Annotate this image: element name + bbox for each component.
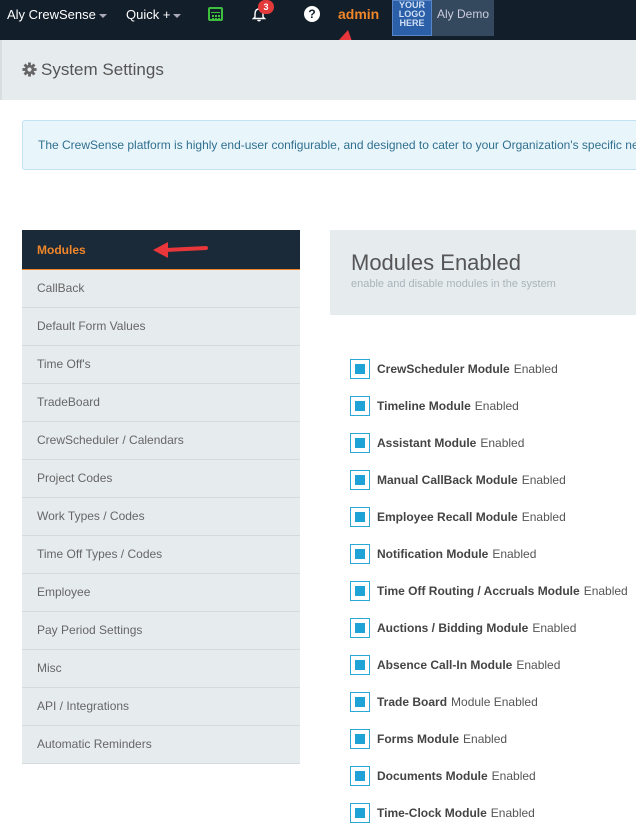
- panel-title: Modules Enabled: [351, 250, 522, 275]
- module-row-time-off-routing: Time Off Routing / Accruals Module Enabl…: [350, 572, 636, 609]
- page-title: System Settings: [22, 60, 164, 80]
- quick-label: Quick +: [126, 7, 171, 22]
- module-row-employee-recall: Employee Recall Module Enabled: [350, 498, 636, 535]
- sidebar-item-project-codes[interactable]: Project Codes: [22, 460, 300, 498]
- module-row-trade-board: Trade Board Module Enabled: [350, 683, 636, 720]
- sidebar-item-time-offs[interactable]: Time Off's: [22, 346, 300, 384]
- sidebar-item-misc[interactable]: Misc: [22, 650, 300, 688]
- module-state: Enabled: [474, 398, 519, 413]
- sidebar-item-work-types-codes[interactable]: Work Types / Codes: [22, 498, 300, 536]
- checkbox-icon[interactable]: [350, 691, 370, 712]
- module-name: Assistant Module: [377, 435, 477, 450]
- checkbox-icon[interactable]: [350, 765, 370, 786]
- module-state: Enabled: [513, 361, 558, 376]
- module-state: Enabled: [490, 805, 535, 820]
- module-state: Enabled: [521, 509, 566, 524]
- page-title-text: System Settings: [41, 60, 164, 79]
- company-logo: YOUR LOGO HERE: [392, 0, 432, 36]
- module-row-time-clock: Time-Clock Module Enabled: [350, 794, 636, 831]
- sidebar-item-default-form-values[interactable]: Default Form Values: [22, 308, 300, 346]
- module-state: Enabled: [463, 731, 508, 746]
- module-row-timeline: Timeline Module Enabled: [350, 387, 636, 424]
- checkbox-icon[interactable]: [350, 580, 370, 601]
- module-name: Time Off Routing / Accruals Module: [377, 583, 580, 598]
- checkbox-icon[interactable]: [350, 469, 370, 490]
- brand-label: Aly CrewSense: [7, 7, 96, 22]
- admin-link[interactable]: admin: [338, 0, 379, 28]
- module-name: Documents Module: [377, 768, 488, 783]
- calendar-icon[interactable]: [208, 7, 223, 21]
- checkbox-icon[interactable]: [350, 358, 370, 379]
- modules-panel-header: Modules Enabled enable and disable modul…: [330, 230, 636, 315]
- module-row-notification: Notification Module Enabled: [350, 535, 636, 572]
- annotation-arrow-modules: [153, 242, 208, 258]
- top-navbar: Aly CrewSense Quick + 3 ? admin YOUR LOG…: [0, 0, 636, 40]
- checkbox-icon[interactable]: [350, 617, 370, 638]
- module-name: Timeline Module: [377, 398, 471, 413]
- module-state: Enabled: [491, 768, 536, 783]
- page-header: System Settings: [0, 40, 636, 100]
- sidebar-item-tradeboard[interactable]: TradeBoard: [22, 384, 300, 422]
- help-icon[interactable]: ?: [304, 6, 320, 22]
- sidebar-item-callback[interactable]: CallBack: [22, 270, 300, 308]
- caret-down-icon: [173, 13, 182, 18]
- checkbox-icon[interactable]: [350, 543, 370, 564]
- module-name: Absence Call-In Module: [377, 657, 513, 672]
- panel-subtitle: enable and disable modules in the system: [351, 278, 556, 290]
- info-banner: The CrewSense platform is highly end-use…: [22, 120, 636, 170]
- module-row-absence-call-in: Absence Call-In Module Enabled: [350, 646, 636, 683]
- checkbox-icon[interactable]: [350, 432, 370, 453]
- module-row-assistant: Assistant Module Enabled: [350, 424, 636, 461]
- checkbox-icon[interactable]: [350, 395, 370, 416]
- user-menu[interactable]: Aly Demo: [432, 0, 494, 36]
- quick-menu[interactable]: Quick +: [126, 0, 182, 30]
- module-name: Employee Recall Module: [377, 509, 518, 524]
- module-name: Trade Board: [377, 694, 448, 709]
- module-name: Auctions / Bidding Module: [377, 620, 529, 635]
- module-state: Enabled: [521, 472, 566, 487]
- sidebar-item-automatic-reminders[interactable]: Automatic Reminders: [22, 726, 300, 764]
- module-state: Enabled: [480, 435, 525, 450]
- module-row-manual-callback: Manual CallBack Module Enabled: [350, 461, 636, 498]
- sidebar-item-time-off-types-codes[interactable]: Time Off Types / Codes: [22, 536, 300, 574]
- module-row-crewscheduler: CrewScheduler Module Enabled: [350, 350, 636, 387]
- module-state: Enabled: [492, 546, 537, 561]
- module-name: Time-Clock Module: [377, 805, 487, 820]
- module-row-forms: Forms Module Enabled: [350, 720, 636, 757]
- module-state: Enabled: [516, 657, 561, 672]
- settings-sidebar: Modules CallBack Default Form Values Tim…: [22, 230, 300, 764]
- module-row-auctions-bidding: Auctions / Bidding Module Enabled: [350, 609, 636, 646]
- module-row-documents: Documents Module Enabled: [350, 757, 636, 794]
- sidebar-item-api-integrations[interactable]: API / Integrations: [22, 688, 300, 726]
- checkbox-icon[interactable]: [350, 506, 370, 527]
- logo-line-3: HERE: [399, 18, 425, 28]
- module-state: Enabled: [532, 620, 577, 635]
- checkbox-icon[interactable]: [350, 728, 370, 749]
- module-name: Manual CallBack Module: [377, 472, 518, 487]
- module-name: Forms Module: [377, 731, 460, 746]
- checkbox-icon[interactable]: [350, 654, 370, 675]
- module-name: CrewScheduler Module: [377, 361, 510, 376]
- module-state: Module Enabled: [451, 694, 538, 709]
- sidebar-item-crewscheduler-calendars[interactable]: CrewScheduler / Calendars: [22, 422, 300, 460]
- module-name: Notification Module: [377, 546, 489, 561]
- module-list: CrewScheduler Module Enabled Timeline Mo…: [350, 350, 636, 831]
- checkbox-icon[interactable]: [350, 802, 370, 823]
- sidebar-item-employee[interactable]: Employee: [22, 574, 300, 612]
- notification-count-badge: 3: [258, 0, 274, 14]
- sidebar-item-pay-period-settings[interactable]: Pay Period Settings: [22, 612, 300, 650]
- module-state: Enabled: [583, 583, 628, 598]
- brand-menu[interactable]: Aly CrewSense: [7, 0, 107, 30]
- gear-icon: [22, 62, 37, 77]
- caret-down-icon: [98, 13, 107, 18]
